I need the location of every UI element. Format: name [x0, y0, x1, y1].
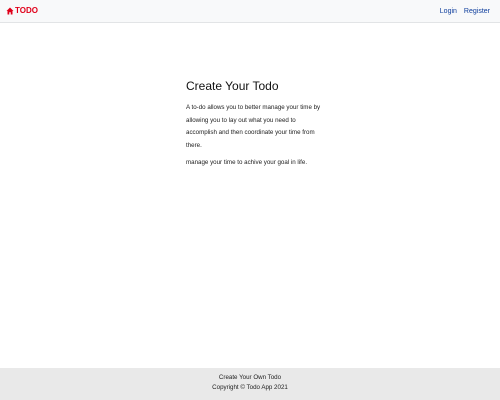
register-link[interactable]: Register: [464, 7, 490, 16]
page-title: Create Your Todo: [186, 79, 279, 93]
footer-tagline: Create Your Own Todo: [218, 374, 282, 381]
login-link[interactable]: Login: [440, 7, 457, 16]
nav-links: Login Register: [440, 7, 490, 16]
home-icon: [6, 7, 14, 15]
footer-copyright: Copyright © Todo App 2021: [212, 383, 288, 391]
footer: Create Your Own Todo Copyright © Todo Ap…: [0, 368, 500, 400]
goal-paragraph: manage your time to achive your goal in …: [186, 158, 308, 166]
description-paragraph: A to-do allows you to better manage your…: [186, 104, 321, 150]
brand-link[interactable]: TODO: [6, 6, 38, 16]
main-content: Create Your Todo A to-do allows you to b…: [186, 79, 321, 174]
brand-label: TODO: [15, 6, 38, 15]
navbar: TODO Login Register: [0, 0, 500, 23]
